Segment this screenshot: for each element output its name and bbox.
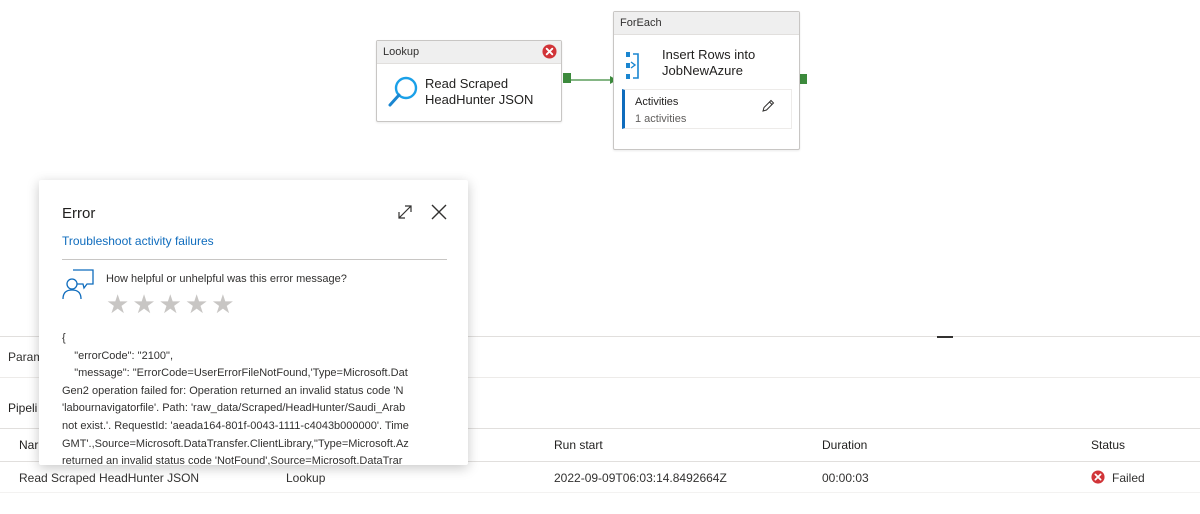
error-circle-icon[interactable] (542, 44, 557, 59)
column-duration[interactable]: Duration (822, 438, 867, 452)
column-run-start[interactable]: Run start (554, 438, 603, 452)
foreach-icon (626, 52, 639, 79)
rating-star-icon[interactable]: ★ (185, 292, 208, 318)
feedback-question: How helpful or unhelpful was this error … (106, 273, 347, 285)
error-json-text: { "errorCode": "2100", "message": "Error… (62, 332, 409, 465)
foreach-activities-box[interactable]: Activities 1 activities (622, 89, 792, 129)
lookup-node-title: Read Scraped HeadHunter JSON (425, 76, 534, 107)
success-connector[interactable] (568, 74, 618, 86)
lookup-node-header: Lookup (377, 41, 561, 64)
feedback-person-icon (62, 269, 94, 300)
foreach-node-type: ForEach (620, 17, 662, 29)
rating-star-icon[interactable]: ★ (159, 292, 182, 318)
magnifier-icon (388, 76, 418, 107)
activities-count: 1 activities (635, 113, 687, 125)
row-duration: 00:00:03 (822, 471, 869, 485)
foreach-activity-node[interactable]: ForEach Insert Rows into JobNewAzure Act… (613, 11, 800, 150)
rating-star-icon[interactable]: ★ (211, 292, 234, 318)
column-status[interactable]: Status (1091, 438, 1125, 452)
expand-icon[interactable] (396, 203, 414, 221)
foreach-success-port[interactable] (799, 74, 807, 84)
close-icon[interactable] (430, 203, 448, 221)
foreach-node-title: Insert Rows into JobNewAzure (662, 47, 756, 78)
error-panel-separator (62, 259, 447, 260)
error-details-panel: Error Troubleshoot activity failures How… (39, 180, 468, 465)
error-panel-title: Error (62, 205, 96, 222)
row-divider (0, 492, 1200, 493)
lookup-activity-node[interactable]: Lookup Read Scraped HeadHunter JSON (376, 40, 562, 122)
row-activity-type: Lookup (286, 471, 326, 485)
troubleshoot-link[interactable]: Troubleshoot activity failures (62, 234, 214, 248)
row-activity-name[interactable]: Read Scraped HeadHunter JSON (19, 471, 199, 485)
pipeline-run-title: Pipeli (8, 401, 38, 415)
rating-star-icon[interactable]: ★ (106, 292, 129, 318)
row-run-start: 2022-09-09T06:03:14.8492664Z (554, 471, 727, 485)
activities-label: Activities (635, 96, 679, 108)
star-rating[interactable]: ★ ★ ★ ★ ★ (106, 292, 235, 318)
foreach-node-header: ForEach (614, 12, 799, 35)
column-name[interactable]: Nar (19, 438, 38, 452)
rating-star-icon[interactable]: ★ (132, 292, 155, 318)
lookup-node-type: Lookup (383, 46, 420, 58)
minimize-panel-icon[interactable] (937, 336, 953, 338)
pencil-icon[interactable] (761, 99, 775, 113)
failed-status-icon (1091, 470, 1105, 484)
lookup-success-port[interactable] (563, 73, 571, 83)
row-status[interactable]: Failed (1112, 471, 1145, 485)
